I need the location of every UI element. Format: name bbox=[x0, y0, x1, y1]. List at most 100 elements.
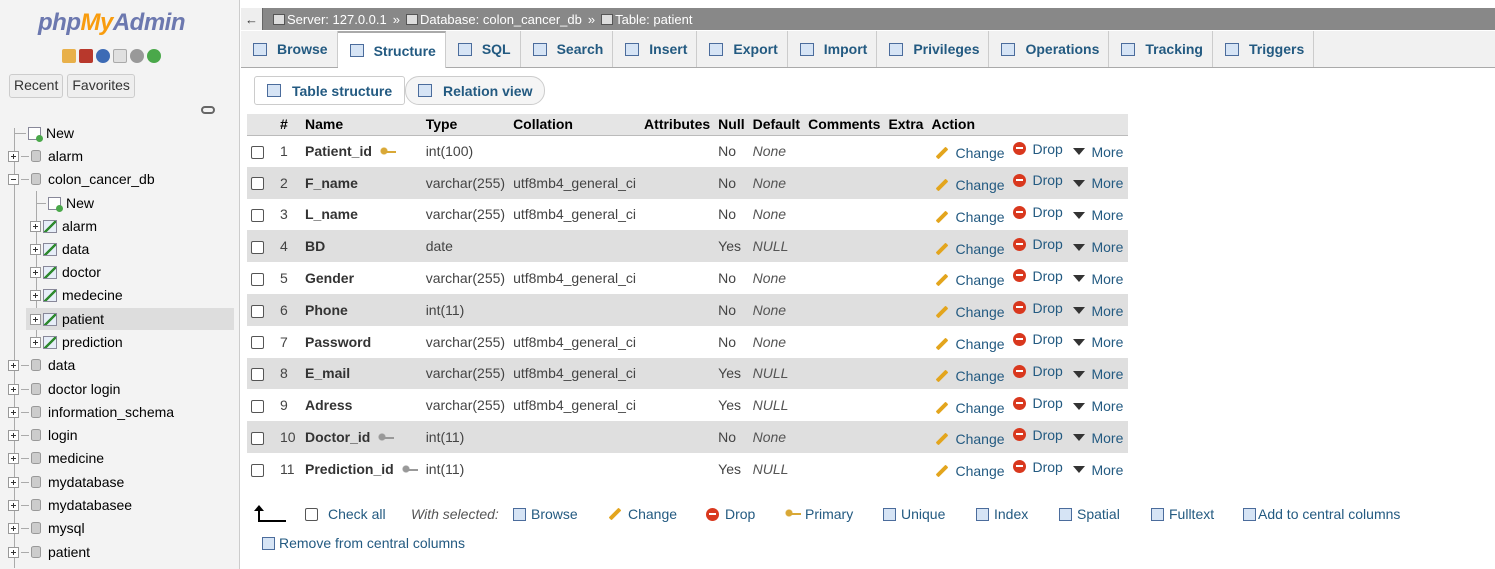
tab-structure[interactable]: Structure bbox=[337, 31, 446, 68]
tab-export[interactable]: Export bbox=[697, 31, 788, 67]
tree-db-patient[interactable]: patient bbox=[8, 541, 90, 563]
collapse-icon[interactable] bbox=[8, 173, 19, 185]
column-header-type[interactable]: Type bbox=[421, 114, 510, 136]
bulk-browse-button[interactable]: Browse bbox=[513, 506, 578, 522]
column-header-null[interactable]: Null bbox=[714, 114, 749, 136]
more-button[interactable]: More bbox=[1073, 175, 1123, 191]
tab-search[interactable]: Search bbox=[521, 31, 614, 67]
tree-table-patient[interactable]: patient bbox=[26, 308, 234, 330]
tree-db-data[interactable]: data bbox=[8, 354, 75, 376]
bulk-remove-central-columns-button[interactable]: Remove from central columns bbox=[262, 535, 465, 551]
row-checkbox[interactable] bbox=[251, 209, 264, 223]
breadcrumb-database[interactable]: Database: colon_cancer_db bbox=[405, 12, 582, 27]
column-header-extra[interactable]: Extra bbox=[884, 114, 928, 136]
change-button[interactable]: Change bbox=[935, 145, 1013, 161]
link-with-main-panel-icon[interactable] bbox=[201, 106, 215, 114]
drop-button[interactable]: Drop bbox=[1013, 427, 1073, 443]
tree-table-data[interactable]: data bbox=[30, 238, 89, 260]
tab-triggers[interactable]: Triggers bbox=[1213, 31, 1315, 67]
row-checkbox[interactable] bbox=[251, 241, 264, 255]
table-row[interactable]: 1 Patient_id int(100) No None Change Drop More bbox=[247, 135, 1129, 167]
bulk-spatial-button[interactable]: Spatial bbox=[1059, 506, 1120, 522]
row-checkbox[interactable] bbox=[251, 400, 264, 414]
more-button[interactable]: More bbox=[1073, 239, 1123, 255]
bulk-change-button[interactable]: Change bbox=[608, 506, 677, 522]
more-button[interactable]: More bbox=[1073, 303, 1123, 319]
tree-colon-new-table[interactable]: New bbox=[36, 192, 94, 214]
row-checkbox[interactable] bbox=[251, 336, 264, 350]
change-button[interactable]: Change bbox=[935, 431, 1013, 447]
column-header-number[interactable]: # bbox=[276, 114, 301, 136]
tree-db-mydatabase[interactable]: mydatabase bbox=[8, 471, 124, 493]
change-button[interactable]: Change bbox=[935, 177, 1013, 193]
subtab-relation-view[interactable]: Relation view bbox=[405, 76, 546, 105]
row-checkbox[interactable] bbox=[251, 177, 264, 191]
drop-button[interactable]: Drop bbox=[1013, 395, 1073, 411]
tab-browse[interactable]: Browse bbox=[241, 31, 338, 67]
bulk-add-central-columns-button[interactable]: Add to central columns bbox=[1243, 506, 1400, 522]
more-button[interactable]: More bbox=[1073, 462, 1123, 478]
table-row[interactable]: 6 Phone int(11) No None Change Drop More bbox=[247, 293, 1129, 326]
favorites-button[interactable]: Favorites bbox=[67, 74, 135, 98]
change-button[interactable]: Change bbox=[935, 209, 1013, 225]
drop-button[interactable]: Drop bbox=[1013, 141, 1073, 157]
tree-table-doctor[interactable]: doctor bbox=[30, 261, 101, 283]
expand-icon[interactable] bbox=[8, 476, 19, 488]
expand-icon[interactable] bbox=[30, 243, 41, 255]
row-checkbox[interactable] bbox=[251, 145, 264, 159]
change-button[interactable]: Change bbox=[935, 272, 1013, 288]
more-button[interactable]: More bbox=[1073, 207, 1123, 223]
drop-button[interactable]: Drop bbox=[1013, 459, 1073, 475]
breadcrumb-server[interactable]: Server: 127.0.0.1 bbox=[273, 12, 387, 27]
column-header-comments[interactable]: Comments bbox=[804, 114, 885, 136]
expand-icon[interactable] bbox=[8, 359, 19, 371]
collapse-navigation-arrow-icon[interactable]: ← bbox=[241, 8, 263, 30]
expand-icon[interactable] bbox=[30, 313, 41, 325]
tree-db-alarm[interactable]: alarm bbox=[8, 145, 83, 167]
drop-button[interactable]: Drop bbox=[1013, 172, 1073, 188]
row-checkbox[interactable] bbox=[251, 368, 264, 382]
bulk-index-button[interactable]: Index bbox=[976, 506, 1028, 522]
tree-table-alarm[interactable]: alarm bbox=[30, 215, 97, 237]
drop-button[interactable]: Drop bbox=[1013, 236, 1073, 252]
more-button[interactable]: More bbox=[1073, 366, 1123, 382]
more-button[interactable]: More bbox=[1073, 398, 1123, 414]
drop-button[interactable]: Drop bbox=[1013, 331, 1073, 347]
bulk-drop-button[interactable]: Drop bbox=[706, 506, 755, 522]
change-button[interactable]: Change bbox=[935, 304, 1013, 320]
expand-icon[interactable] bbox=[8, 150, 19, 162]
table-row[interactable]: 3 L_name varchar(255) utf8mb4_general_ci No N… bbox=[247, 198, 1129, 231]
tab-tracking[interactable]: Tracking bbox=[1109, 31, 1213, 67]
change-button[interactable]: Change bbox=[935, 463, 1013, 479]
subtab-table-structure[interactable]: Table structure bbox=[254, 76, 406, 105]
change-button[interactable]: Change bbox=[935, 241, 1013, 257]
tree-table-medecine[interactable]: medecine bbox=[30, 284, 123, 306]
expand-icon[interactable] bbox=[30, 220, 41, 232]
column-header-attributes[interactable]: Attributes bbox=[640, 114, 715, 136]
settings-gear-icon[interactable] bbox=[130, 49, 144, 63]
table-row[interactable]: 8 E_mail varchar(255) utf8mb4_general_ci Yes… bbox=[247, 357, 1129, 390]
row-checkbox[interactable] bbox=[251, 431, 264, 445]
expand-icon[interactable] bbox=[8, 383, 19, 395]
tree-db-colon-cancer-db[interactable]: colon_cancer_db bbox=[8, 168, 155, 190]
bulk-primary-button[interactable]: Primary bbox=[785, 506, 853, 522]
tab-privileges[interactable]: Privileges bbox=[877, 31, 990, 67]
change-button[interactable]: Change bbox=[935, 336, 1013, 352]
change-button[interactable]: Change bbox=[935, 368, 1013, 384]
expand-icon[interactable] bbox=[30, 336, 41, 348]
tab-insert[interactable]: Insert bbox=[613, 31, 698, 67]
documentation-icon[interactable] bbox=[113, 49, 127, 63]
more-button[interactable]: More bbox=[1073, 271, 1123, 287]
expand-icon[interactable] bbox=[8, 546, 19, 558]
expand-icon[interactable] bbox=[30, 266, 41, 278]
reload-icon[interactable] bbox=[147, 49, 161, 63]
table-row[interactable]: 9 Adress varchar(255) utf8mb4_general_ci Yes… bbox=[247, 389, 1129, 422]
expand-icon[interactable] bbox=[8, 499, 19, 511]
column-header-name[interactable]: Name bbox=[301, 114, 422, 136]
phpmyadmin-logo[interactable]: phpMyAdmin bbox=[38, 9, 186, 37]
home-icon[interactable] bbox=[62, 49, 76, 63]
tree-db-mysql[interactable]: mysql bbox=[8, 517, 85, 539]
column-header-collation[interactable]: Collation bbox=[509, 114, 641, 136]
table-row[interactable]: 4 BD date Yes NULL Change Drop More bbox=[247, 230, 1129, 263]
bulk-unique-button[interactable]: Unique bbox=[883, 506, 945, 522]
